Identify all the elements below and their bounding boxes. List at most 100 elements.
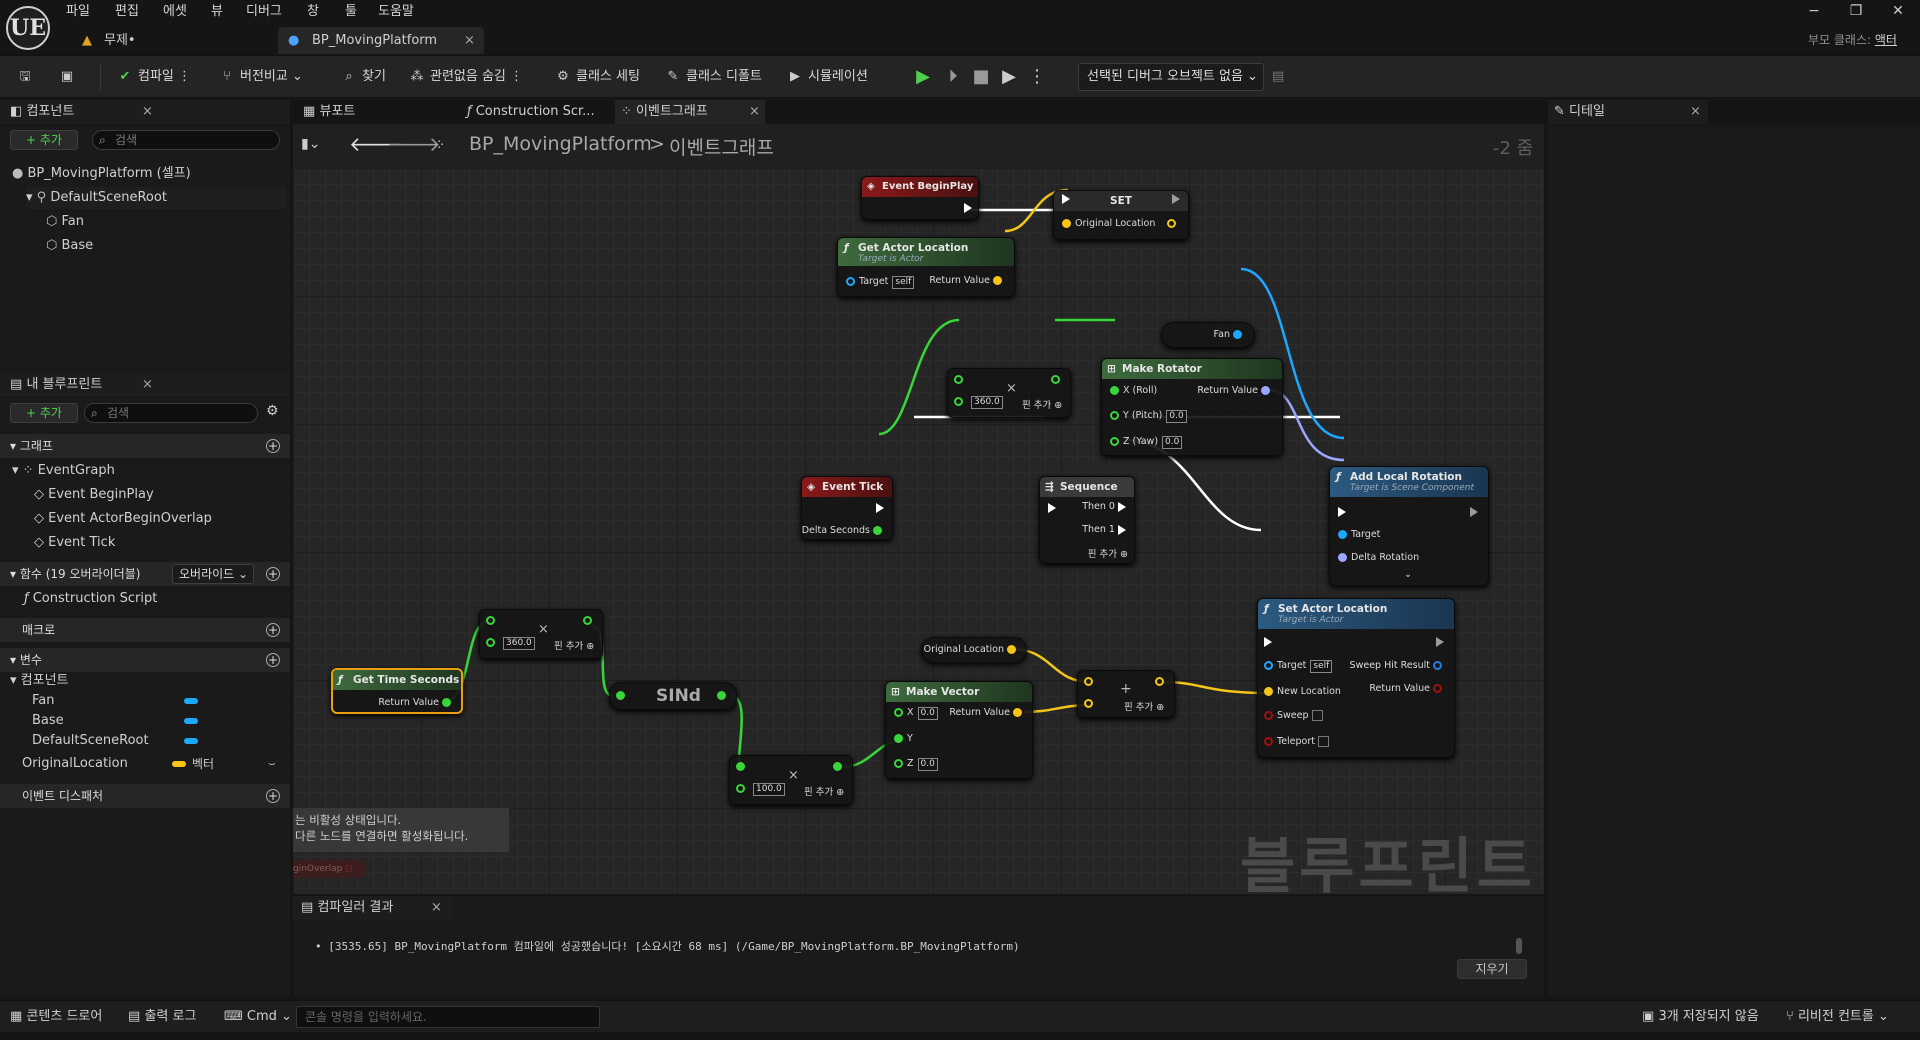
sweep-checkbox[interactable]: [1311, 710, 1323, 721]
exec-out-pin[interactable]: [1436, 636, 1444, 647]
bookmark-icon[interactable]: ▮⌄: [301, 136, 320, 152]
sind-in-pin[interactable]: [616, 690, 629, 701]
variable-originallocation[interactable]: OriginalLocation: [22, 754, 128, 774]
multiply-b-pin[interactable]: 100.0: [736, 783, 785, 796]
node-vector-add[interactable]: + 핀 추가 ⊕: [1077, 670, 1175, 718]
bool-return-pin[interactable]: Return Value: [1369, 683, 1446, 694]
more-options-icon[interactable]: ⋮: [1026, 66, 1048, 88]
node-fan-getter[interactable]: Fan: [1161, 322, 1255, 348]
pin-value[interactable]: 0.0: [1166, 410, 1187, 423]
variable-defaultsceneroot[interactable]: DefaultSceneRoot: [32, 732, 149, 750]
compiler-results-tab[interactable]: ▤ 컴파일러 결과 ×: [293, 896, 453, 920]
node-set-actor-location[interactable]: ƒ Set Actor Location Target is Actor Targe…: [1257, 598, 1455, 758]
pin-value[interactable]: 0.0: [917, 758, 938, 771]
node-multiply-lower[interactable]: × 360.0 핀 추가 ⊕: [479, 609, 603, 659]
close-icon[interactable]: ×: [142, 100, 153, 124]
menu-tools[interactable]: 툴: [345, 2, 357, 22]
node-original-location-getter[interactable]: Original Location: [921, 637, 1027, 663]
class-settings-button[interactable]: ⚙ 클래스 세팅: [554, 56, 640, 98]
tab-viewport[interactable]: ▦ 뷰포트: [297, 100, 447, 124]
details-tab[interactable]: ✎ 디테일 ×: [1548, 100, 1708, 124]
variable-fan[interactable]: Fan: [32, 692, 55, 710]
menu-debug[interactable]: 디버그: [246, 2, 282, 22]
save-icon[interactable]: 🖫: [16, 56, 38, 98]
debug-filter-icon[interactable]: ▤: [1272, 56, 1284, 98]
pin-value[interactable]: 0.0: [917, 707, 938, 720]
menu-asset[interactable]: 에셋: [163, 2, 187, 22]
node-event-beginplay[interactable]: ◈ Event BeginPlay: [861, 176, 979, 220]
component-item-base[interactable]: ⬡ Base: [46, 235, 286, 257]
sweep-pin[interactable]: Sweep: [1264, 710, 1323, 721]
pin-value[interactable]: 360.0: [971, 396, 1003, 409]
category-functions[interactable]: ▾ 함수 (19 오버라이더블) 오버라이드 ⌄ +: [0, 562, 290, 586]
add-dispatcher-icon[interactable]: +: [266, 789, 280, 803]
multiply-b-pin[interactable]: 360.0: [954, 396, 1003, 409]
node-sind[interactable]: SINd: [609, 682, 737, 710]
multiply-out-pin[interactable]: [833, 761, 846, 772]
menu-help[interactable]: 도움말: [378, 2, 414, 22]
unreal-logo-icon[interactable]: UE: [6, 6, 50, 50]
x-pin[interactable]: X 0.0: [894, 707, 938, 720]
add-member-button[interactable]: + 추가: [10, 403, 78, 423]
menu-file[interactable]: 파일: [66, 2, 90, 22]
add-pin-button[interactable]: 핀 추가 ⊕: [554, 638, 594, 652]
add-macro-icon[interactable]: +: [266, 623, 280, 637]
component-item-defaultsceneroot[interactable]: ▾ ⚲ DefaultSceneRoot: [26, 187, 286, 209]
z-pin[interactable]: Z 0.0: [894, 758, 938, 771]
debug-object-dropdown[interactable]: 선택된 디버그 오브젝트 없음 ⌄: [1078, 63, 1264, 91]
category-variables[interactable]: ▾ 변수 +: [0, 648, 290, 672]
add-pin-button[interactable]: 핀 추가 ⊕: [1022, 397, 1062, 411]
exec-in-pin[interactable]: [1264, 636, 1272, 647]
stop-icon[interactable]: ■: [970, 66, 992, 88]
category-dispatchers[interactable]: 이벤트 디스패처 +: [0, 784, 290, 808]
add-function-icon[interactable]: +: [266, 567, 280, 581]
teleport-pin[interactable]: Teleport: [1264, 736, 1330, 747]
console-input[interactable]: 콘솔 명령을 입력하세요.: [296, 1006, 600, 1028]
component-item-fan[interactable]: ⬡ Fan: [46, 211, 286, 233]
add-component-button[interactable]: + 추가: [10, 130, 78, 150]
step-icon[interactable]: ⏵: [942, 66, 964, 88]
sind-out-pin[interactable]: [717, 690, 730, 701]
new-location-pin[interactable]: New Location: [1264, 686, 1341, 697]
multiply-in-pin[interactable]: [736, 761, 749, 772]
return-value-pin[interactable]: Return Value: [949, 707, 1026, 718]
diff-button[interactable]: ⑂ 버전비교 ⌄: [218, 56, 303, 98]
menu-edit[interactable]: 편집: [115, 2, 139, 22]
restore-icon[interactable]: ❐: [1836, 0, 1876, 22]
add-pin-button[interactable]: 핀 추가 ⊕: [1124, 699, 1164, 713]
pin-value[interactable]: 0.0: [1162, 436, 1183, 449]
then1-pin[interactable]: Then 1: [1082, 524, 1126, 535]
blueprint-search-input[interactable]: ⌕ 검색: [84, 403, 258, 423]
y-pin[interactable]: Y: [894, 733, 913, 744]
add-graph-icon[interactable]: +: [266, 439, 280, 453]
pin-value[interactable]: self: [1310, 660, 1333, 673]
close-icon[interactable]: ×: [431, 896, 442, 920]
add-pin-button[interactable]: 핀 추가 ⊕: [804, 784, 844, 798]
x-roll-pin[interactable]: X (Roll): [1110, 385, 1157, 396]
multiply-out-pin[interactable]: [583, 615, 596, 626]
node-make-vector[interactable]: ⊞ Make Vector X 0.0 Return Value Y Z 0.0: [885, 681, 1033, 779]
pin-value[interactable]: 360.0: [503, 637, 535, 650]
z-yaw-pin[interactable]: Z (Yaw) 0.0: [1110, 436, 1183, 449]
tree-event-actorbeginoverlap[interactable]: ◇ Event ActorBeginOverlap: [34, 508, 212, 530]
exec-in-pin[interactable]: [1062, 193, 1070, 204]
node-sequence[interactable]: ⇶ Sequence Then 0 Then 1 핀 추가 ⊕: [1039, 476, 1135, 564]
scrollbar[interactable]: [1516, 938, 1522, 954]
compile-button[interactable]: ✔ 컴파일 ⋮: [116, 56, 191, 98]
clear-button[interactable]: 지우기: [1457, 959, 1527, 979]
pin-value[interactable]: self: [892, 276, 915, 289]
parent-class-value[interactable]: 액터: [1875, 33, 1897, 47]
menu-window[interactable]: 창: [307, 2, 319, 22]
add-out-pin[interactable]: [1155, 676, 1168, 687]
cmd-dropdown[interactable]: ⌨ Cmd ⌄: [224, 1001, 292, 1033]
content-drawer-button[interactable]: ▦ 콘텐츠 드로어: [10, 1001, 102, 1033]
delta-seconds-pin[interactable]: Delta Seconds: [802, 525, 886, 536]
node-actor-begin-overlap[interactable]: ginOverlap ◻: [293, 860, 365, 878]
node-get-time-seconds[interactable]: ƒ Get Time Seconds Return Value: [331, 668, 463, 714]
tab-construction[interactable]: ƒ Construction Scr...: [461, 100, 611, 124]
unsaved-button[interactable]: ▣ 3개 저장되지 않음: [1642, 1001, 1759, 1033]
tree-construction-script[interactable]: ƒ Construction Script: [24, 588, 157, 610]
node-multiply-100[interactable]: × 100.0 핀 추가 ⊕: [729, 755, 853, 805]
add-a-pin[interactable]: [1084, 676, 1097, 687]
close-icon[interactable]: ×: [142, 373, 153, 397]
